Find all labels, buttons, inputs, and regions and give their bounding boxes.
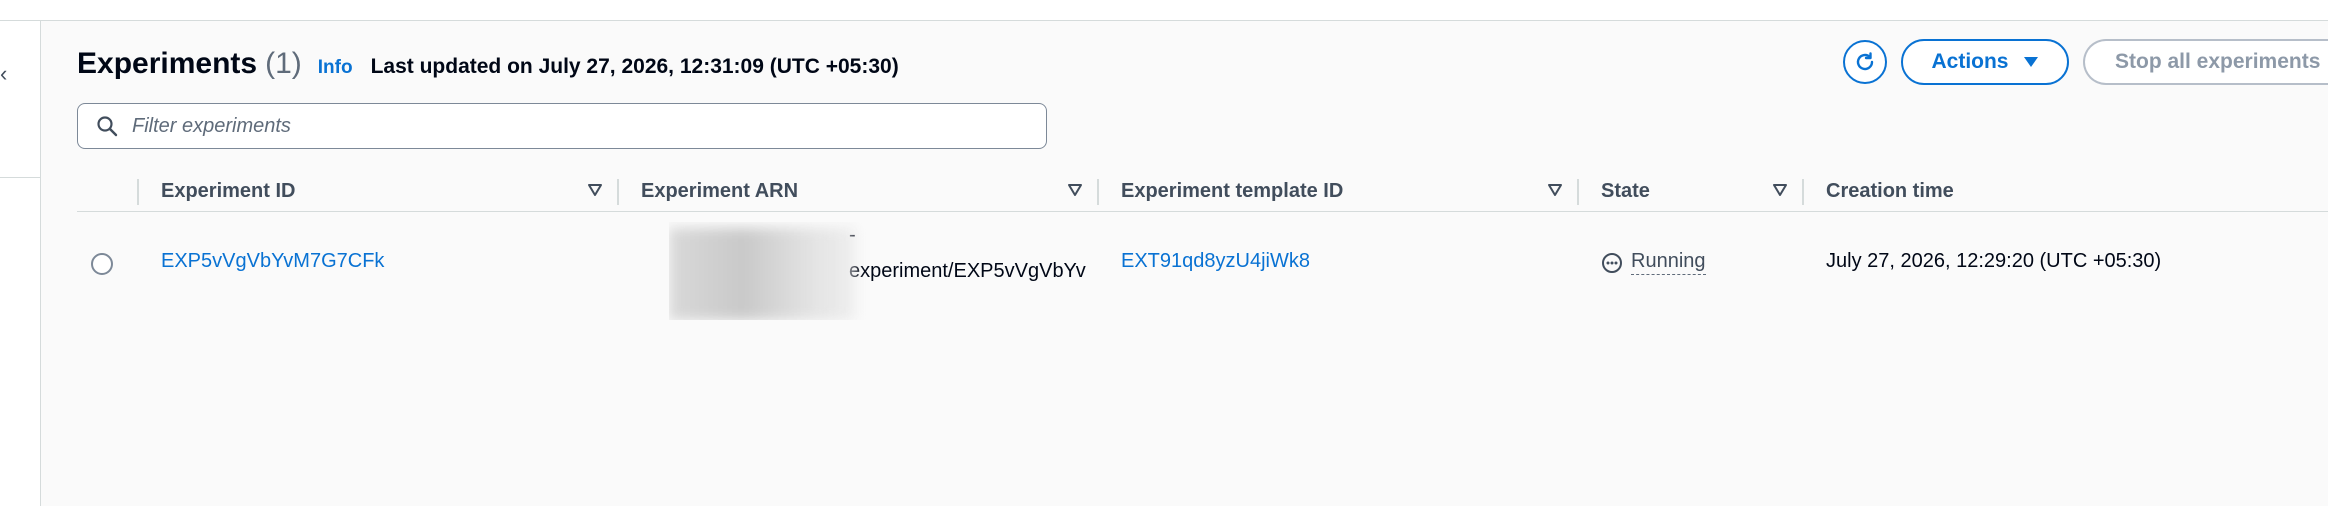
status-in-progress-icon [1602,252,1622,273]
column-separator [617,179,619,205]
filter-experiments-input[interactable] [130,113,1046,139]
refresh-icon [1856,52,1874,71]
page-title: Experiments [77,47,258,80]
rail-divider [0,177,40,178]
info-link[interactable]: Info [318,57,353,79]
experiment-template-id-link[interactable]: EXT91qd8yzU4jiWk8 [1121,250,1310,273]
actions-label: Actions [1931,50,2009,73]
last-updated-text: Last updated on July 27, 2026, 12:31:09 … [370,55,899,78]
column-label: State [1601,179,1650,202]
side-navigation-rail: ‹ [0,21,41,506]
experiments-table: Experiment ID Experiment ARN Experiment … [77,171,2328,320]
column-label: Experiment ARN [641,179,799,202]
experiments-count: (1) [265,47,302,80]
row-select-radio[interactable] [91,253,113,275]
column-label: Experiment template ID [1121,179,1344,202]
sort-caret-icon[interactable] [1772,183,1788,197]
top-divider [0,0,2328,21]
column-label: Experiment ID [161,179,296,202]
column-header-experiment-template-id[interactable]: Experiment template ID [1097,171,1577,211]
column-separator [1097,179,1099,205]
table-row[interactable]: EXP5vVgVbYvM7G7CFk - experiment/EXP5vVgV… [77,212,2328,320]
state-label[interactable]: Running [1631,250,1706,275]
header-toolbar: Actions Stop all experiments [1843,39,2328,85]
column-label: Creation time [1826,179,1954,202]
column-separator [137,179,139,205]
table-header: Experiment ID Experiment ARN Experiment … [77,171,2328,212]
column-separator [1802,179,1804,205]
redacted-blur [669,228,855,320]
column-header-experiment-id[interactable]: Experiment ID [137,171,617,211]
sort-caret-icon[interactable] [587,183,603,197]
experiment-id-link[interactable]: EXP5vVgVbYvM7G7CFk [161,250,384,273]
experiments-panel: Experiments (1) Info Last updated on Jul… [41,21,2328,506]
column-header-experiment-arn[interactable]: Experiment ARN [617,171,1097,211]
search-icon [96,115,118,137]
actions-dropdown-button[interactable]: Actions [1901,39,2069,85]
column-separator [1577,179,1579,205]
column-header-state[interactable]: State [1577,171,1802,211]
column-header-select [77,171,137,211]
creation-time-text: July 27, 2026, 12:29:20 (UTC +05:30) [1826,250,2162,272]
filter-field[interactable] [77,103,1047,149]
collapse-caret-icon[interactable]: ‹ [0,61,7,87]
state-cell: Running [1601,250,1706,275]
stop-all-label: Stop all experiments [2115,50,2321,73]
refresh-button[interactable] [1843,40,1887,84]
column-header-creation-time[interactable]: Creation time [1802,171,2328,211]
stop-all-experiments-button[interactable]: Stop all experiments [2083,39,2328,85]
experiment-arn-cell: - experiment/EXP5vVgVbYv [669,222,1109,320]
panel-header: Experiments (1) Info Last updated on Jul… [77,47,899,87]
sort-caret-icon[interactable] [1067,183,1083,197]
sort-caret-icon[interactable] [1547,183,1563,197]
caret-down-icon [2023,57,2038,67]
